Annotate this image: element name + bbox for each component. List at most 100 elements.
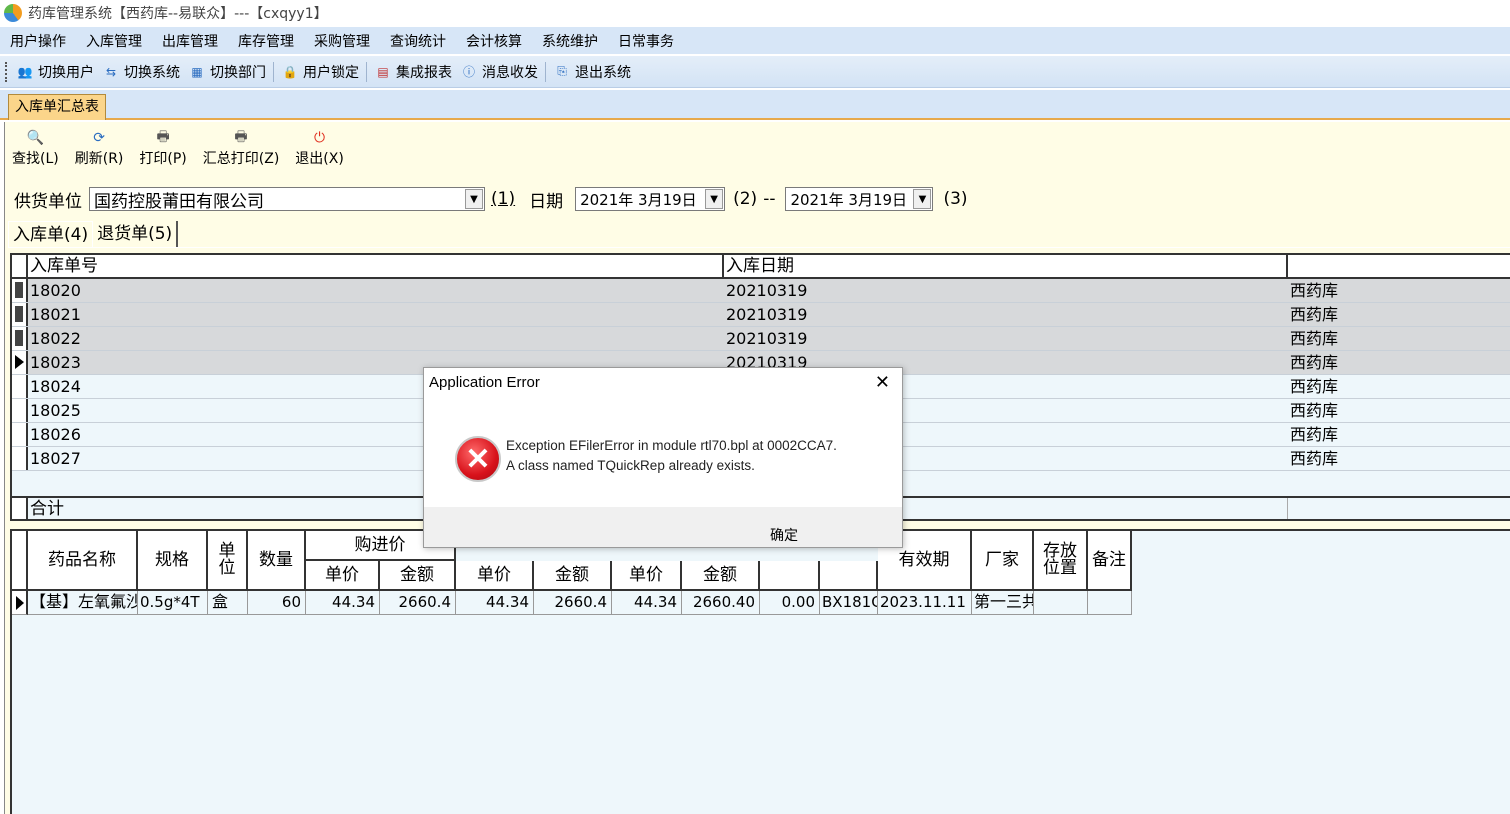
menu-daily[interactable]: 日常事务 (608, 31, 684, 51)
exit-label: 退出(X) (295, 151, 344, 167)
cell-unit-price-3[interactable]: 44.34 (612, 591, 682, 615)
cell-note[interactable] (1088, 591, 1132, 615)
cell-purchase-unit-price[interactable]: 44.34 (306, 591, 380, 615)
tab-return-orders[interactable]: 退货单(5) (93, 221, 179, 247)
messages-button[interactable]: ⓘ 消息收发 (456, 62, 542, 82)
table-row[interactable]: 18022 20210319 西药库 (12, 327, 1510, 351)
col-unit[interactable]: 单 位 (208, 531, 248, 591)
cell-purchase-amount[interactable]: 2660.4 (380, 591, 456, 615)
col-note[interactable]: 备注 (1088, 531, 1132, 591)
close-icon[interactable]: ✕ (875, 372, 890, 393)
col-diff[interactable] (760, 561, 820, 591)
date-to-picker[interactable]: 2021年 3月19日 ▼ (785, 187, 934, 211)
cell-quantity[interactable]: 60 (248, 591, 306, 615)
col-amount-2[interactable]: 金额 (534, 561, 612, 591)
row-indicator (12, 375, 28, 398)
cell-manufacturer[interactable]: 第一三共 (972, 591, 1034, 615)
lock-user-button[interactable]: 🔒 用户锁定 (277, 62, 363, 82)
find-label: 查找(L) (12, 151, 59, 167)
cell-expiry[interactable]: 2023.11.11 (878, 591, 972, 615)
cell-unit-price-2[interactable]: 44.34 (456, 591, 534, 615)
find-button[interactable]: 🔍 查找(L) (12, 124, 59, 176)
report-icon: ▤ (377, 64, 389, 79)
col-order-no[interactable]: 入库单号 (28, 255, 724, 277)
tab-inbound-orders[interactable]: 入库单(4) (8, 221, 94, 247)
col-amount-3[interactable]: 金额 (682, 561, 760, 591)
toolbar-separator (366, 61, 367, 82)
col-purchase-unit-price[interactable]: 单价 (306, 561, 380, 591)
find-icon: 🔍 (26, 130, 45, 146)
report-button[interactable]: ▤ 集成报表 (370, 62, 456, 82)
hotkey-2: (2) (733, 189, 758, 209)
cell-amount-3[interactable]: 2660.40 (682, 591, 760, 615)
cell-order-date: 20210319 (726, 281, 808, 300)
current-row-arrow-icon (16, 596, 24, 610)
header-indicator (12, 255, 28, 277)
error-icon: ✕ (455, 436, 501, 482)
info-icon: ⓘ (462, 65, 475, 79)
orders-grid-header: 入库单号 入库日期 (12, 255, 1510, 279)
col-warehouse[interactable] (1288, 255, 1510, 277)
cell-order-date: 20210319 (726, 305, 808, 324)
exit-button[interactable]: ⏻ 退出(X) (295, 124, 344, 176)
menu-inbound[interactable]: 入库管理 (76, 31, 152, 51)
col-purchase-amount[interactable]: 金额 (380, 561, 456, 591)
cell-unit[interactable]: 盒 (208, 591, 248, 615)
col-location[interactable]: 存放 位置 (1034, 531, 1088, 591)
menu-purchase[interactable]: 采购管理 (304, 31, 380, 51)
header-indicator (12, 531, 28, 591)
switch-system-icon: ⇆ (105, 64, 117, 79)
col-drug-name[interactable]: 药品名称 (28, 531, 138, 591)
table-row[interactable]: 18021 20210319 西药库 (12, 303, 1510, 327)
supplier-select[interactable]: 国药控股莆田有限公司 ▼ (89, 187, 485, 212)
cell-amount-2[interactable]: 2660.4 (534, 591, 612, 615)
detail-grid: 药品名称 规格 单 位 数量 购进价 单价 金额 单价 金额 单价 金额 有效期… (10, 529, 1510, 814)
menu-query[interactable]: 查询统计 (380, 31, 456, 51)
switch-system-button[interactable]: ⇆ 切换系统 (98, 62, 184, 82)
menu-bar: 用户操作 入库管理 出库管理 库存管理 采购管理 查询统计 会计核算 系统维护 … (0, 27, 1510, 54)
switch-user-button[interactable]: 👥 切换用户 (12, 62, 98, 82)
col-unit-price-2[interactable]: 单价 (456, 561, 534, 591)
row-indicator (12, 327, 28, 350)
col-quantity[interactable]: 数量 (248, 531, 306, 591)
ok-button[interactable]: 确定 (770, 525, 798, 545)
menu-user-ops[interactable]: 用户操作 (0, 31, 76, 51)
print-button[interactable]: 🖶 打印(P) (139, 124, 186, 176)
exit-system-button[interactable]: ⎘ 退出系统 (549, 62, 635, 82)
action-bar: 🔍 查找(L) ⟳ 刷新(R) 🖶 打印(P) 🖶 汇总打印(Z) ⏻ 退出(X… (4, 124, 1510, 176)
tab-inbound-summary[interactable]: 入库单汇总表 (8, 94, 106, 120)
cell-warehouse: 西药库 (1290, 377, 1339, 396)
col-batch[interactable] (820, 561, 878, 591)
users-icon: 👥 (17, 64, 33, 79)
menu-inventory[interactable]: 库存管理 (228, 31, 304, 51)
supplier-label: 供货单位 (14, 191, 82, 212)
refresh-button[interactable]: ⟳ 刷新(R) (75, 124, 124, 176)
toolbar-grip[interactable] (5, 61, 8, 82)
cell-diff[interactable]: 0.00 (760, 591, 820, 615)
cell-drug-name[interactable]: 【基】左氧氟沙 (28, 591, 138, 615)
chevron-down-icon[interactable]: ▼ (705, 189, 724, 209)
table-row[interactable]: 18020 20210319 西药库 (12, 279, 1510, 303)
cell-order-no: 18022 (30, 329, 81, 348)
switch-system-label: 切换系统 (124, 64, 180, 81)
col-manufacturer[interactable]: 厂家 (972, 531, 1034, 591)
date-range-dash: -- (763, 189, 776, 209)
cell-spec[interactable]: 0.5g*4T (138, 591, 208, 615)
col-unit-price-3[interactable]: 单价 (612, 561, 682, 591)
switch-dept-button[interactable]: ▦ 切换部门 (184, 62, 270, 82)
chevron-down-icon[interactable]: ▼ (913, 189, 932, 209)
chevron-down-icon[interactable]: ▼ (465, 189, 483, 209)
cell-order-date: 20210319 (726, 329, 808, 348)
menu-accounting[interactable]: 会计核算 (456, 31, 532, 51)
menu-outbound[interactable]: 出库管理 (152, 31, 228, 51)
hotkey-3: (3) (943, 189, 968, 209)
total-value (1288, 498, 1510, 519)
col-order-date[interactable]: 入库日期 (724, 255, 1288, 277)
col-spec[interactable]: 规格 (138, 531, 208, 591)
summary-print-button[interactable]: 🖶 汇总打印(Z) (203, 124, 280, 176)
menu-maintenance[interactable]: 系统维护 (532, 31, 608, 51)
cell-location[interactable] (1034, 591, 1088, 615)
cell-batch[interactable]: BX181G (820, 591, 878, 615)
cell-warehouse: 西药库 (1290, 329, 1339, 348)
date-from-picker[interactable]: 2021年 3月19日 ▼ (575, 187, 726, 211)
